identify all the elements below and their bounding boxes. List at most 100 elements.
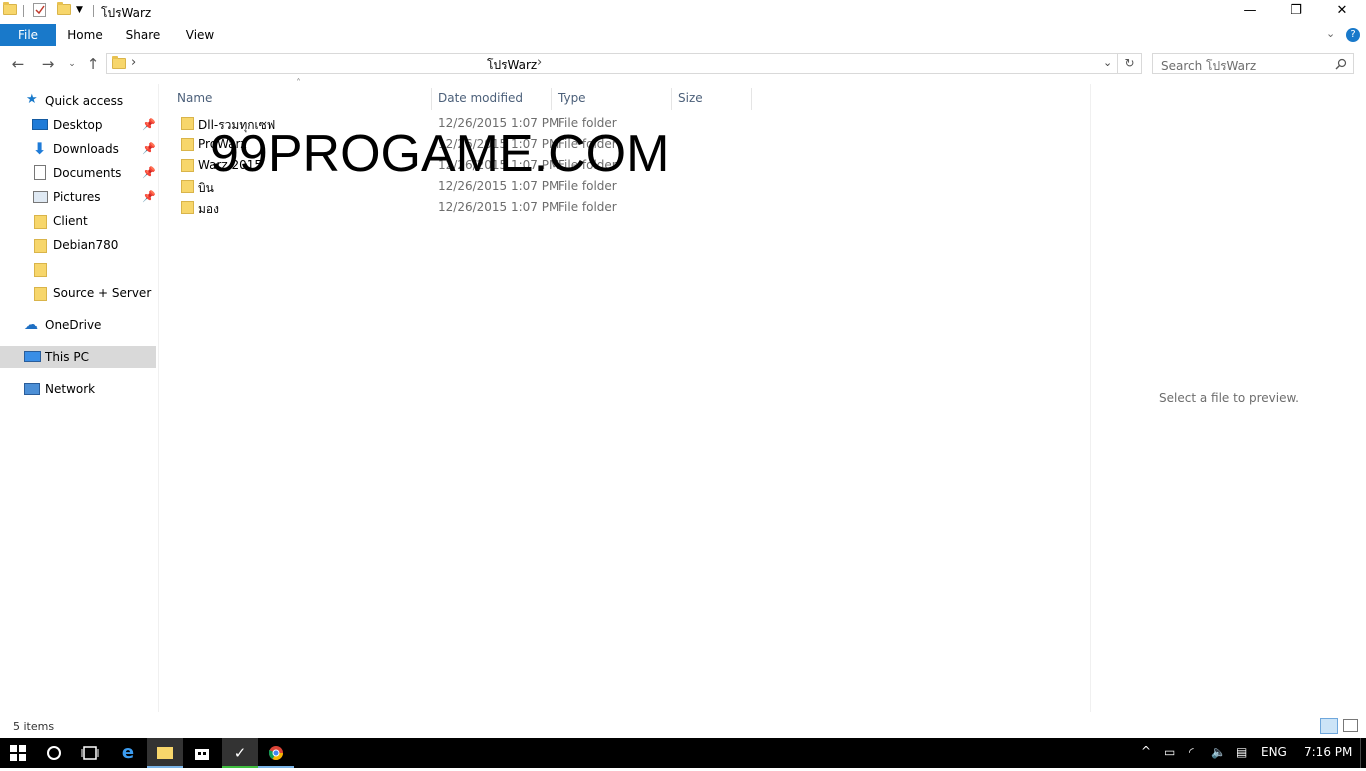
status-bar: 5 items (0, 716, 1366, 738)
item-count: 5 items (13, 720, 55, 733)
nav-label: Pictures (53, 190, 101, 204)
app-icon[interactable]: ✓ (222, 738, 258, 768)
cloud-icon: ☁ (24, 317, 38, 333)
download-icon: ⬇ (33, 139, 47, 158)
nav-item-downloads[interactable]: ⬇ Downloads 📌 (0, 138, 156, 160)
nav-label: Source + Server (53, 286, 152, 300)
close-button[interactable]: ✕ (1319, 0, 1365, 24)
properties-icon[interactable] (33, 3, 46, 17)
ribbon-tabs: File Home Share View ⌄ ? (0, 24, 1366, 46)
nav-item-client[interactable]: Client (0, 210, 156, 232)
nav-item-source-server[interactable]: Source + Server (0, 282, 156, 304)
folder-icon (181, 159, 194, 172)
file-explorer-icon[interactable] (147, 738, 183, 768)
nav-item-pictures[interactable]: Pictures 📌 (0, 186, 156, 208)
minimize-button[interactable]: — (1227, 0, 1273, 24)
title-bar: ▼ โปรWarz — ❐ ✕ (0, 0, 1366, 24)
folder-icon (181, 138, 194, 151)
pin-icon[interactable]: 📌 (142, 142, 156, 155)
forward-button[interactable]: → (38, 54, 58, 74)
folder-icon (181, 201, 194, 214)
new-folder-icon[interactable] (57, 2, 71, 18)
column-header-type[interactable]: Type (552, 88, 672, 110)
nav-label: This PC (45, 350, 89, 364)
folder-icon (181, 180, 194, 193)
expand-ribbon-icon[interactable]: ⌄ (1326, 27, 1335, 40)
search-icon[interactable] (1335, 58, 1347, 70)
edge-browser-icon[interactable]: e (110, 738, 146, 768)
large-icons-view-icon[interactable] (1343, 719, 1358, 732)
breadcrumb-current[interactable]: โปรWarz (487, 56, 537, 75)
windows-start-icon[interactable] (0, 738, 36, 768)
navigation-pane: ★ Quick access Desktop 📌 ⬇ Downloads 📌 D… (0, 84, 159, 712)
pin-icon[interactable]: 📌 (142, 118, 156, 131)
tab-share[interactable]: Share (120, 24, 166, 46)
back-button[interactable]: ← (8, 54, 28, 74)
language-indicator[interactable]: ENG (1261, 745, 1287, 759)
nav-label: Network (45, 382, 96, 396)
preview-pane: Select a file to preview. (1090, 84, 1366, 712)
address-bar[interactable]: › โปรWarz › ⌄ (106, 53, 1118, 74)
search-placeholder: Search โปรWarz (1161, 59, 1257, 73)
nav-label: Documents (53, 166, 122, 180)
nav-this-pc[interactable]: This PC (0, 346, 156, 368)
recent-locations-button[interactable]: ⌄ (62, 54, 82, 74)
tab-view[interactable]: View (177, 24, 223, 46)
wifi-icon[interactable]: ◜ (1189, 745, 1194, 759)
breadcrumb-chevron[interactable]: › (537, 55, 542, 70)
show-desktop-button[interactable] (1360, 738, 1366, 768)
column-header-name[interactable]: Name (171, 88, 432, 110)
nav-onedrive[interactable]: ☁ OneDrive (0, 314, 156, 336)
task-view-icon[interactable] (72, 738, 108, 768)
tab-home[interactable]: Home (62, 24, 108, 46)
volume-icon[interactable]: 🔈 (1211, 745, 1226, 759)
nav-label: Debian780 (53, 238, 119, 252)
pin-icon[interactable]: 📌 (142, 166, 156, 179)
nav-item-unnamed-folder[interactable] (0, 258, 156, 280)
computer-icon (24, 351, 41, 362)
nav-quick-access[interactable]: ★ Quick access (0, 90, 156, 112)
search-input[interactable]: Search โปรWarz (1152, 53, 1354, 74)
up-button[interactable]: ↑ (83, 54, 103, 74)
nav-item-debian780[interactable]: Debian780 (0, 234, 156, 256)
file-type: File folder (558, 200, 617, 214)
chrome-icon[interactable] (258, 738, 294, 768)
folder-icon (181, 117, 194, 130)
column-header-size[interactable]: Size (672, 88, 752, 110)
battery-icon[interactable]: ▭ (1164, 745, 1175, 759)
clock[interactable]: 7:16 PM (1304, 745, 1352, 759)
column-header-date[interactable]: Date modified (432, 88, 552, 110)
document-icon (34, 165, 46, 180)
maximize-button[interactable]: ❐ (1273, 0, 1319, 24)
nav-label: OneDrive (45, 318, 102, 332)
folder-icon (34, 215, 47, 229)
folder-icon (34, 239, 47, 253)
notification-icon[interactable]: ▤ (1236, 745, 1247, 759)
nav-label: Client (53, 214, 88, 228)
nav-item-documents[interactable]: Documents 📌 (0, 162, 156, 184)
taskbar: e ✓ ^ ▭ ◜ 🔈 ▤ ENG 7:16 PM (0, 738, 1366, 768)
file-name: มอง (198, 202, 219, 216)
pin-icon[interactable]: 📌 (142, 190, 156, 203)
tab-file[interactable]: File (0, 24, 56, 46)
nav-item-desktop[interactable]: Desktop 📌 (0, 114, 156, 136)
customize-toolbar-icon[interactable]: ▼ (76, 5, 90, 19)
store-icon[interactable] (184, 738, 220, 768)
address-dropdown-icon[interactable]: ⌄ (1103, 56, 1112, 69)
star-icon: ★ (26, 92, 38, 107)
pictures-icon (33, 191, 48, 203)
folder-icon (34, 263, 47, 277)
folder-icon (34, 287, 47, 301)
refresh-button[interactable]: ↻ (1118, 53, 1142, 74)
folder-icon (112, 56, 126, 69)
show-hidden-icons[interactable]: ^ (1141, 744, 1151, 758)
folder-icon (3, 2, 17, 18)
table-row[interactable]: มอง 12/26/2015 1:07 PM File folder (176, 197, 776, 218)
details-view-icon[interactable] (1320, 718, 1338, 734)
nav-label: Desktop (53, 118, 103, 132)
nav-network[interactable]: Network (0, 378, 156, 400)
breadcrumb-chevron[interactable]: › (131, 55, 136, 70)
cortana-icon[interactable] (36, 738, 72, 768)
file-date: 12/26/2015 1:07 PM (438, 200, 560, 214)
help-icon[interactable]: ? (1346, 28, 1360, 42)
